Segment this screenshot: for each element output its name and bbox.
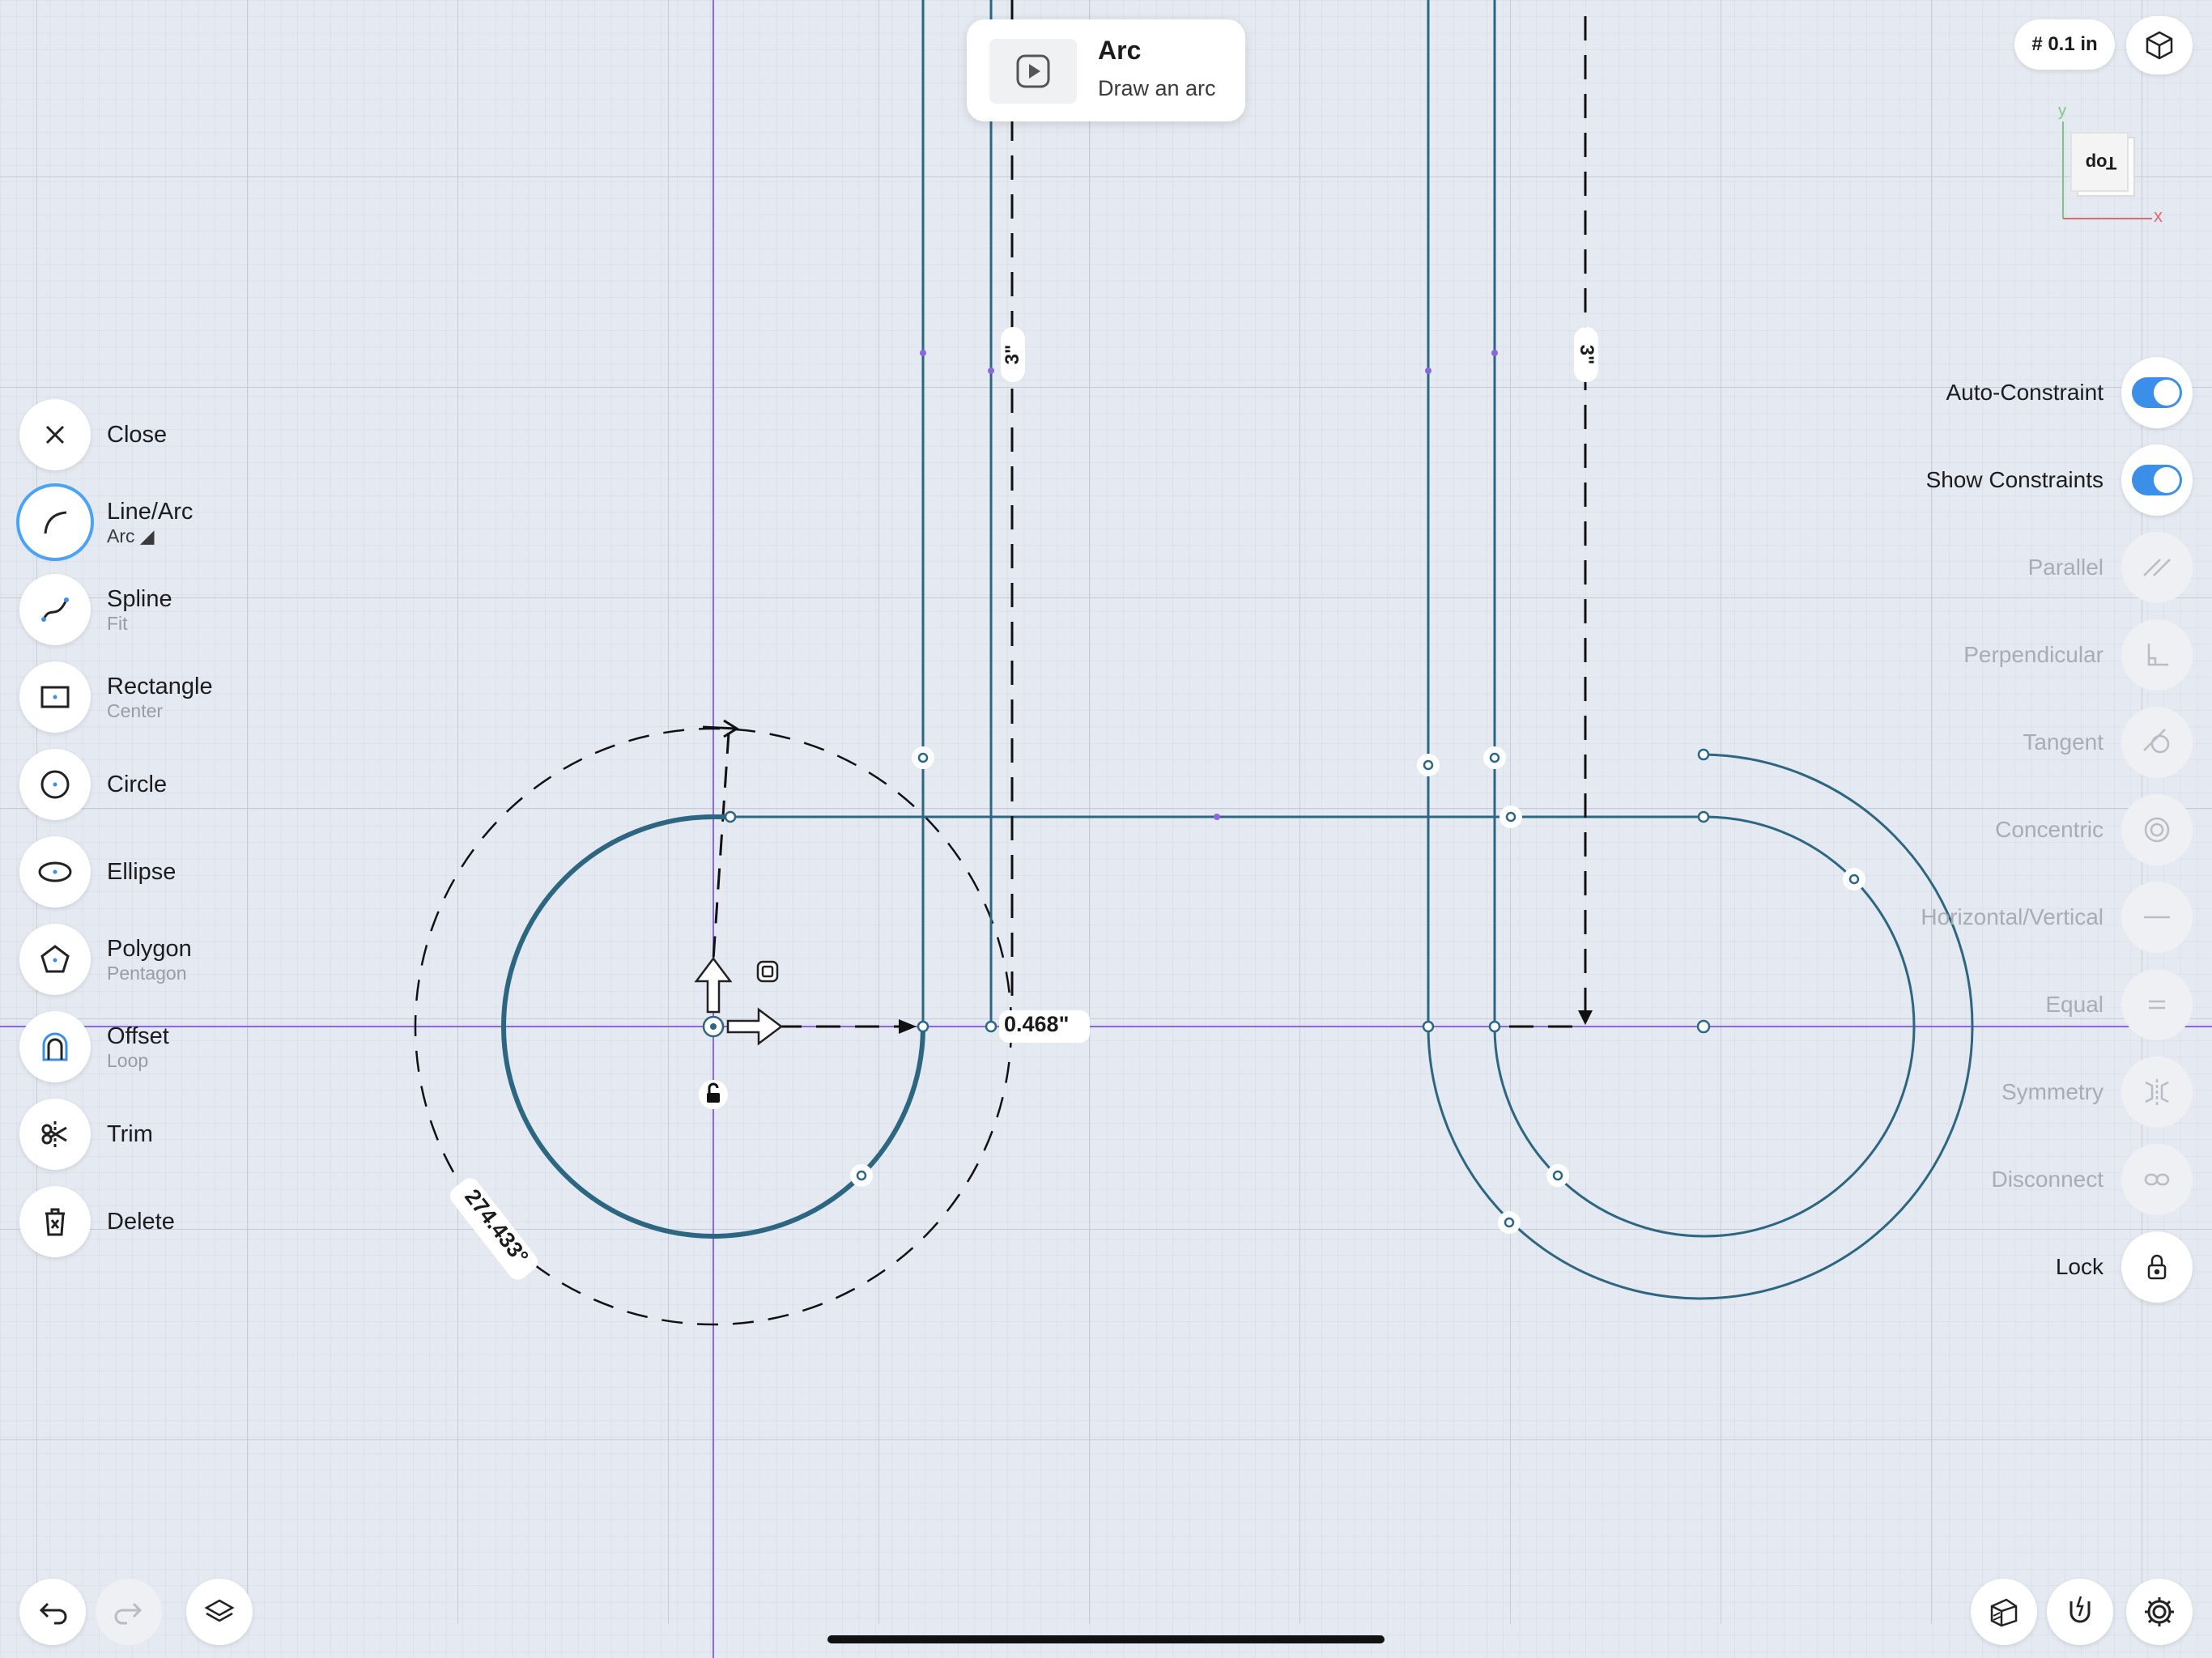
tool-circle[interactable]: Circle	[19, 748, 167, 821]
tangent-label: Tangent	[2023, 729, 2104, 755]
trim-icon[interactable]	[19, 1099, 91, 1170]
arc-icon[interactable]	[19, 487, 91, 558]
parallel-icon[interactable]	[2121, 532, 2193, 603]
show-constraints-row[interactable]: Show Constraints	[1926, 444, 2193, 517]
tool-delete[interactable]: Delete	[19, 1185, 175, 1258]
tooltip-title: Arc	[1098, 36, 1142, 65]
tool-trim[interactable]: Trim	[19, 1098, 153, 1171]
tool-line-arc[interactable]: Line/Arc Arc ◢	[19, 486, 193, 559]
grid-size-button[interactable]: # 0.1 in	[2014, 19, 2115, 70]
equal-icon[interactable]	[2121, 969, 2193, 1040]
tool-rectangle[interactable]: Rectangle Center	[19, 661, 213, 733]
tool-label: Rectangle	[107, 674, 213, 699]
tool-label: Trim	[107, 1121, 153, 1147]
tool-offset[interactable]: Offset Loop	[19, 1010, 169, 1083]
axis-y-label: y	[2058, 102, 2066, 120]
auto-constraint-toggle[interactable]	[2121, 357, 2193, 428]
tool-label: Ellipse	[107, 859, 177, 885]
sketch-canvas[interactable]	[0, 0, 2212, 1658]
close-icon[interactable]	[19, 399, 91, 470]
constraint-lock[interactable]: Lock	[2056, 1231, 2193, 1303]
orientation-cube[interactable]: y x Top	[2057, 102, 2163, 227]
horizontal-vertical-icon[interactable]	[2121, 882, 2193, 953]
tool-ellipse[interactable]: Ellipse	[19, 835, 176, 908]
tool-label: Spline	[107, 586, 172, 612]
constraint-equal[interactable]: Equal	[2045, 968, 2193, 1041]
tool-sub-label: Center	[107, 700, 164, 721]
tool-sub-label: Loop	[107, 1050, 149, 1071]
tool-close[interactable]: Close	[19, 398, 167, 471]
symmetry-label: Symmetry	[2001, 1079, 2104, 1104]
lock-icon[interactable]	[2121, 1231, 2193, 1303]
tool-label: Close	[107, 422, 168, 448]
tool-sub-label: Arc	[107, 525, 135, 546]
ellipse-icon[interactable]	[19, 836, 91, 908]
view-cube-face-label: Top	[2085, 153, 2117, 173]
snap-magnet-icon[interactable]	[2047, 1579, 2113, 1645]
constraint-concentric[interactable]: Concentric	[1995, 793, 2193, 866]
polygon-icon[interactable]	[19, 924, 91, 995]
undo-icon[interactable]	[19, 1579, 86, 1645]
tool-label: Circle	[107, 772, 168, 797]
auto-constraint-row[interactable]: Auto-Constraint	[1946, 356, 2193, 429]
parallel-label: Parallel	[2027, 555, 2104, 580]
tool-sub-label: Fit	[107, 613, 128, 634]
dimension-left-vertical-label[interactable]: 3"	[1002, 334, 1024, 375]
delete-icon[interactable]	[19, 1186, 91, 1257]
dimension-right-vertical-label[interactable]: 3"	[1575, 334, 1597, 375]
show-constraints-label: Show Constraints	[1925, 467, 2104, 492]
concentric-label: Concentric	[1995, 817, 2104, 842]
tool-label: Offset	[107, 1023, 169, 1049]
tooltip-subtitle: Draw an arc	[1098, 76, 1216, 100]
circle-icon[interactable]	[19, 749, 91, 820]
tangent-icon[interactable]	[2121, 707, 2193, 778]
settings-gear-icon[interactable]	[2126, 1579, 2193, 1645]
tool-label: Line/Arc	[107, 499, 194, 525]
constraint-perpendicular[interactable]: Perpendicular	[1963, 619, 2193, 691]
equal-label: Equal	[2045, 992, 2104, 1017]
lock-label: Lock	[2055, 1254, 2104, 1279]
video-play-icon[interactable]	[989, 39, 1077, 104]
axis-x-label: x	[2154, 206, 2163, 226]
constraint-parallel[interactable]: Parallel	[2028, 531, 2193, 604]
show-constraints-toggle[interactable]	[2121, 444, 2193, 516]
disconnect-label: Disconnect	[1991, 1167, 2104, 1192]
home-indicator	[827, 1635, 1385, 1643]
disconnect-icon[interactable]	[2121, 1144, 2193, 1215]
layers-icon[interactable]	[186, 1579, 253, 1645]
tool-spline[interactable]: Spline Fit	[19, 573, 172, 646]
lock-point-icon[interactable]	[699, 1080, 728, 1109]
dropdown-triangle-icon[interactable]: ◢	[140, 525, 155, 546]
tool-label: Polygon	[107, 936, 192, 962]
redo-icon[interactable]	[96, 1579, 162, 1645]
rectangle-icon[interactable]	[19, 661, 91, 733]
tool-tooltip[interactable]: Arc Draw an arc	[967, 19, 1245, 121]
constraint-disconnect[interactable]: Disconnect	[1991, 1143, 2193, 1216]
constraint-symmetry[interactable]: Symmetry	[2001, 1056, 2193, 1129]
perpendicular-icon[interactable]	[2121, 619, 2193, 691]
offset-icon[interactable]	[19, 1011, 91, 1082]
tool-sub-label: Pentagon	[107, 963, 187, 984]
spline-icon[interactable]	[19, 574, 91, 645]
section-view-icon[interactable]	[1971, 1579, 2037, 1645]
tool-polygon[interactable]: Polygon Pentagon	[19, 923, 192, 996]
constraint-horizontal-vertical[interactable]: Horizontal/Vertical	[1921, 881, 2193, 954]
symmetry-icon[interactable]	[2121, 1056, 2193, 1128]
perpendicular-label: Perpendicular	[1963, 642, 2104, 667]
constraint-tangent[interactable]: Tangent	[2023, 706, 2193, 779]
auto-constraint-label: Auto-Constraint	[1946, 380, 2104, 405]
dimension-radius-label[interactable]: 0.468"	[1004, 1012, 1069, 1037]
horizontal-vertical-label: Horizontal/Vertical	[1921, 904, 2104, 929]
tool-label: Delete	[107, 1209, 175, 1235]
view-cube-icon[interactable]	[2126, 16, 2193, 74]
concentric-icon[interactable]	[2121, 794, 2193, 865]
